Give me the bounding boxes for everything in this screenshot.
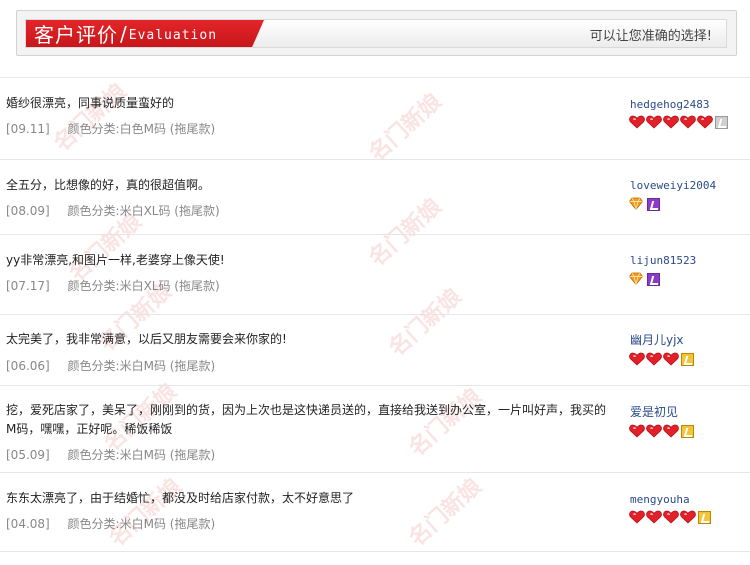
review-text: 婚纱很漂亮，同事说质量蛮好的 <box>6 96 175 110</box>
review-text: 挖，爱死店家了，美呆了，刚刚到的货，因为上次也是这快递员送的，直接给我送到办公室… <box>6 403 607 436</box>
reviewer-name[interactable]: loveweiyi2004 <box>630 179 716 192</box>
review-meta: [06.06] 颜色分类:米白M码 (拖尾款) <box>6 357 215 374</box>
header-title-cn: 客户评价 <box>34 23 118 47</box>
heart-icon <box>646 352 662 366</box>
review-date: [09.11] <box>6 122 50 136</box>
credit-badges <box>629 272 660 286</box>
review-item: 挖，爱死店家了，美呆了，刚刚到的货，因为上次也是这快递员送的，直接给我送到办公室… <box>0 385 750 472</box>
reviewer-name[interactable]: hedgehog2483 <box>630 98 709 111</box>
heart-icon <box>680 510 696 524</box>
level-badge-icon <box>715 115 728 129</box>
review-date: [06.06] <box>6 359 50 373</box>
review-spec: 颜色分类:米白XL码 (拖尾款) <box>67 279 220 293</box>
heart-icon <box>663 352 679 366</box>
review-meta: [04.08] 颜色分类:米白M码 (拖尾款) <box>6 515 215 532</box>
credit-badges <box>629 510 711 524</box>
level-badge-icon <box>647 272 660 286</box>
review-item: 东东太漂亮了，由于结婚忙，都没及时给店家付款，太不好意思了 [04.08] 颜色… <box>0 472 750 552</box>
review-text: 东东太漂亮了，由于结婚忙，都没及时给店家付款，太不好意思了 <box>6 491 355 505</box>
level-badge-icon <box>698 510 711 524</box>
review-spec: 颜色分类:米白M码 (拖尾款) <box>67 517 216 531</box>
heart-icon <box>629 424 645 438</box>
review-item: 太完美了，我非常满意，以后又朋友需要会来你家的! [06.06] 颜色分类:米白… <box>0 314 750 385</box>
heart-icon <box>697 115 713 129</box>
review-text: 太完美了，我非常满意，以后又朋友需要会来你家的! <box>6 332 287 346</box>
section-header: 客户评价 / Evaluation 可以让您准确的选择! <box>16 10 737 56</box>
heart-icon <box>680 115 696 129</box>
heart-icon <box>663 510 679 524</box>
review-spec: 颜色分类:米白M码 (拖尾款) <box>67 359 216 373</box>
heart-icon <box>663 115 679 129</box>
header-tagline: 可以让您准确的选择! <box>589 29 712 44</box>
level-badge-icon <box>647 197 660 211</box>
credit-badges <box>629 352 694 366</box>
review-spec: 颜色分类:米白M码 (拖尾款) <box>67 448 216 462</box>
header-title-slash: / <box>120 21 127 46</box>
reviewer-name[interactable]: 爱是初见 <box>630 403 678 420</box>
review-meta: [09.11] 颜色分类:白色M码 (拖尾款) <box>6 120 215 137</box>
credit-badges <box>629 197 660 211</box>
review-item: yy非常漂亮,和图片一样,老婆穿上像天使! [07.17] 颜色分类:米白XL码… <box>0 234 750 314</box>
level-badge-icon <box>681 352 694 366</box>
review-meta: [07.17] 颜色分类:米白XL码 (拖尾款) <box>6 277 220 294</box>
heart-icon <box>646 510 662 524</box>
heart-icon <box>629 510 645 524</box>
credit-badges <box>629 115 728 129</box>
review-date: [05.09] <box>6 448 50 462</box>
review-text: 全五分，比想像的好，真的很超值啊。 <box>6 178 211 192</box>
diamond-icon <box>629 272 645 286</box>
heart-icon <box>629 115 645 129</box>
review-date: [08.09] <box>6 204 50 218</box>
review-date: [04.08] <box>6 517 50 531</box>
review-spec: 颜色分类:白色M码 (拖尾款) <box>67 122 216 136</box>
header-bar: 客户评价 / Evaluation 可以让您准确的选择! <box>25 19 727 48</box>
level-badge-icon <box>681 424 694 438</box>
heart-icon <box>663 424 679 438</box>
diamond-icon <box>629 197 645 211</box>
review-meta: [05.09] 颜色分类:米白M码 (拖尾款) <box>6 446 215 463</box>
credit-badges <box>629 424 694 438</box>
header-title-tab: 客户评价 / Evaluation <box>26 20 264 47</box>
review-meta: [08.09] 颜色分类:米白XL码 (拖尾款) <box>6 202 220 219</box>
heart-icon <box>646 115 662 129</box>
header-title-en: Evaluation <box>128 28 218 43</box>
heart-icon <box>646 424 662 438</box>
heart-icon <box>629 352 645 366</box>
review-item: 婚纱很漂亮，同事说质量蛮好的 [09.11] 颜色分类:白色M码 (拖尾款) h… <box>0 77 750 159</box>
reviewer-name[interactable]: lijun81523 <box>630 254 696 267</box>
review-item: 全五分，比想像的好，真的很超值啊。 [08.09] 颜色分类:米白XL码 (拖尾… <box>0 159 750 234</box>
review-text: yy非常漂亮,和图片一样,老婆穿上像天使! <box>6 253 225 267</box>
reviewer-name[interactable]: 幽月儿yjx <box>630 331 684 348</box>
review-date: [07.17] <box>6 279 50 293</box>
review-spec: 颜色分类:米白XL码 (拖尾款) <box>67 204 220 218</box>
reviewer-name[interactable]: mengyouha <box>630 493 690 506</box>
